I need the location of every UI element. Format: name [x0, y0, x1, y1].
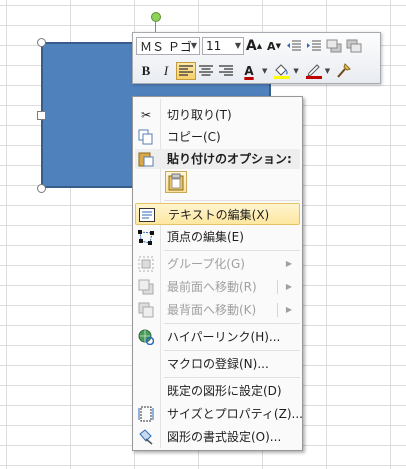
align-center-icon: [199, 65, 213, 76]
fill-color-button[interactable]: [271, 62, 293, 80]
menu-item-label: 図形の書式設定(O)...: [167, 430, 282, 444]
menu-item-send-to-back[interactable]: 最背面へ移動(K) ▶: [135, 299, 300, 321]
font-name-value: ＭＳ Ｐゴ: [140, 39, 192, 54]
format-painter-icon: [337, 63, 352, 78]
context-menu: ✂ 切り取り(T) コピー(C) 貼り付けのオプション: テキストの編集(X) …: [132, 96, 303, 451]
align-left-icon: [179, 65, 193, 76]
grow-font-icon: A: [245, 38, 257, 54]
group-icon: [138, 256, 154, 272]
resize-handle-left[interactable]: [37, 111, 46, 120]
menu-item-label: 最背面へ移動(K): [167, 303, 257, 317]
chevron-down-icon: ▼: [190, 41, 197, 50]
menu-item-format-shape[interactable]: 図形の書式設定(O)...: [135, 426, 300, 448]
send-backward-button[interactable]: [344, 37, 364, 55]
align-right-icon: [219, 65, 233, 76]
split-separator: [277, 280, 278, 294]
split-separator: [277, 303, 278, 317]
chevron-down-icon[interactable]: ▼: [262, 67, 267, 75]
menu-item-bring-to-front[interactable]: 最前面へ移動(R) ▶: [135, 276, 300, 298]
chevron-down-icon[interactable]: ▼: [325, 67, 330, 75]
mini-toolbar: ＭＳ Ｐゴ ▼ 11 ▼ A ▲ A ▼ B I A ▼ ▼ ▼: [132, 32, 381, 84]
menu-item-label: グループ化(G): [167, 257, 245, 271]
align-right-button[interactable]: [216, 62, 236, 80]
clipboard-icon: [168, 173, 184, 191]
menu-item-label: 切り取り(T): [167, 108, 232, 122]
menu-separator: [164, 350, 300, 351]
italic-icon: I: [163, 63, 169, 78]
font-color-icon: A: [244, 64, 254, 78]
menu-item-group[interactable]: グループ化(G) ▶: [135, 253, 300, 275]
font-name-combo[interactable]: ＭＳ Ｐゴ ▼: [136, 37, 200, 55]
menu-item-label: サイズとプロパティ(Z)...: [167, 407, 303, 421]
submenu-arrow-icon: ▶: [285, 305, 292, 314]
send-backward-icon: [346, 39, 362, 53]
font-color-button[interactable]: A: [236, 62, 262, 80]
menu-item-label: 頂点の編集(E): [167, 230, 244, 244]
resize-handle-top-left[interactable]: [37, 38, 46, 47]
chevron-down-icon: ▼: [234, 41, 241, 50]
menu-item-hyperlink[interactable]: ハイパーリンク(H)...: [135, 326, 300, 348]
resize-handle-bottom-left[interactable]: [37, 184, 46, 193]
menu-item-label: テキストの編集(X): [168, 208, 270, 222]
scissors-icon: ✂: [140, 108, 152, 122]
menu-item-label: マクロの登録(N)...: [167, 357, 269, 371]
shrink-font-icon: A: [267, 39, 276, 53]
menu-item-assign-macro[interactable]: マクロの登録(N)...: [135, 353, 300, 375]
submenu-arrow-icon: ▶: [285, 282, 292, 291]
size-properties-icon: [138, 406, 154, 422]
menu-item-label: コピー(C): [167, 130, 221, 144]
decrease-indent-icon: [287, 40, 301, 51]
format-shape-icon: [138, 429, 154, 445]
menu-item-edit-points[interactable]: 頂点の編集(E): [135, 226, 300, 248]
paint-bucket-icon: [274, 64, 291, 79]
decrease-indent-button[interactable]: [284, 37, 304, 55]
menu-separator: [164, 250, 300, 251]
menu-separator: [164, 200, 300, 201]
menu-item-cut[interactable]: ✂ 切り取り(T): [135, 104, 300, 126]
menu-separator: [164, 323, 300, 324]
bring-front-icon: [138, 279, 154, 295]
edit-points-icon: [138, 229, 154, 245]
font-size-combo[interactable]: 11 ▼: [202, 37, 244, 55]
paste-options-header: 貼り付けのオプション:: [135, 149, 300, 169]
bold-icon: B: [141, 63, 151, 78]
chevron-down-icon[interactable]: ▼: [293, 67, 298, 75]
increase-indent-icon: [307, 40, 321, 51]
edit-text-icon: [139, 207, 155, 223]
menu-item-label: ハイパーリンク(H)...: [167, 330, 281, 344]
copy-icon: [138, 129, 154, 145]
increase-indent-button[interactable]: [304, 37, 324, 55]
bring-forward-icon: [326, 39, 342, 53]
italic-button[interactable]: I: [156, 62, 176, 80]
rotation-handle[interactable]: [151, 12, 161, 22]
line-color-button[interactable]: [303, 62, 325, 80]
grow-font-button[interactable]: A ▲: [244, 37, 264, 55]
menu-item-label: 既定の図形に設定(D): [167, 384, 282, 398]
bring-forward-button[interactable]: [324, 37, 344, 55]
menu-item-label: 最前面へ移動(R): [167, 280, 257, 294]
menu-item-set-default-shape[interactable]: 既定の図形に設定(D): [135, 380, 300, 402]
format-painter-button[interactable]: [334, 62, 354, 80]
bold-button[interactable]: B: [136, 62, 156, 80]
paste-option-keep-source-button[interactable]: [165, 171, 187, 193]
menu-item-edit-text[interactable]: テキストの編集(X): [135, 203, 300, 225]
align-left-button[interactable]: [176, 62, 196, 80]
font-size-value: 11: [206, 39, 222, 53]
shrink-font-button[interactable]: A ▼: [264, 37, 284, 55]
align-center-button[interactable]: [196, 62, 216, 80]
pen-icon: [305, 64, 322, 79]
paste-icon: [138, 151, 154, 170]
send-back-icon: [138, 302, 154, 318]
submenu-arrow-icon: ▶: [285, 259, 292, 268]
menu-separator: [164, 377, 300, 378]
menu-item-size-properties[interactable]: サイズとプロパティ(Z)...: [135, 403, 303, 425]
hyperlink-icon: [138, 329, 154, 345]
menu-item-copy[interactable]: コピー(C): [135, 126, 300, 148]
